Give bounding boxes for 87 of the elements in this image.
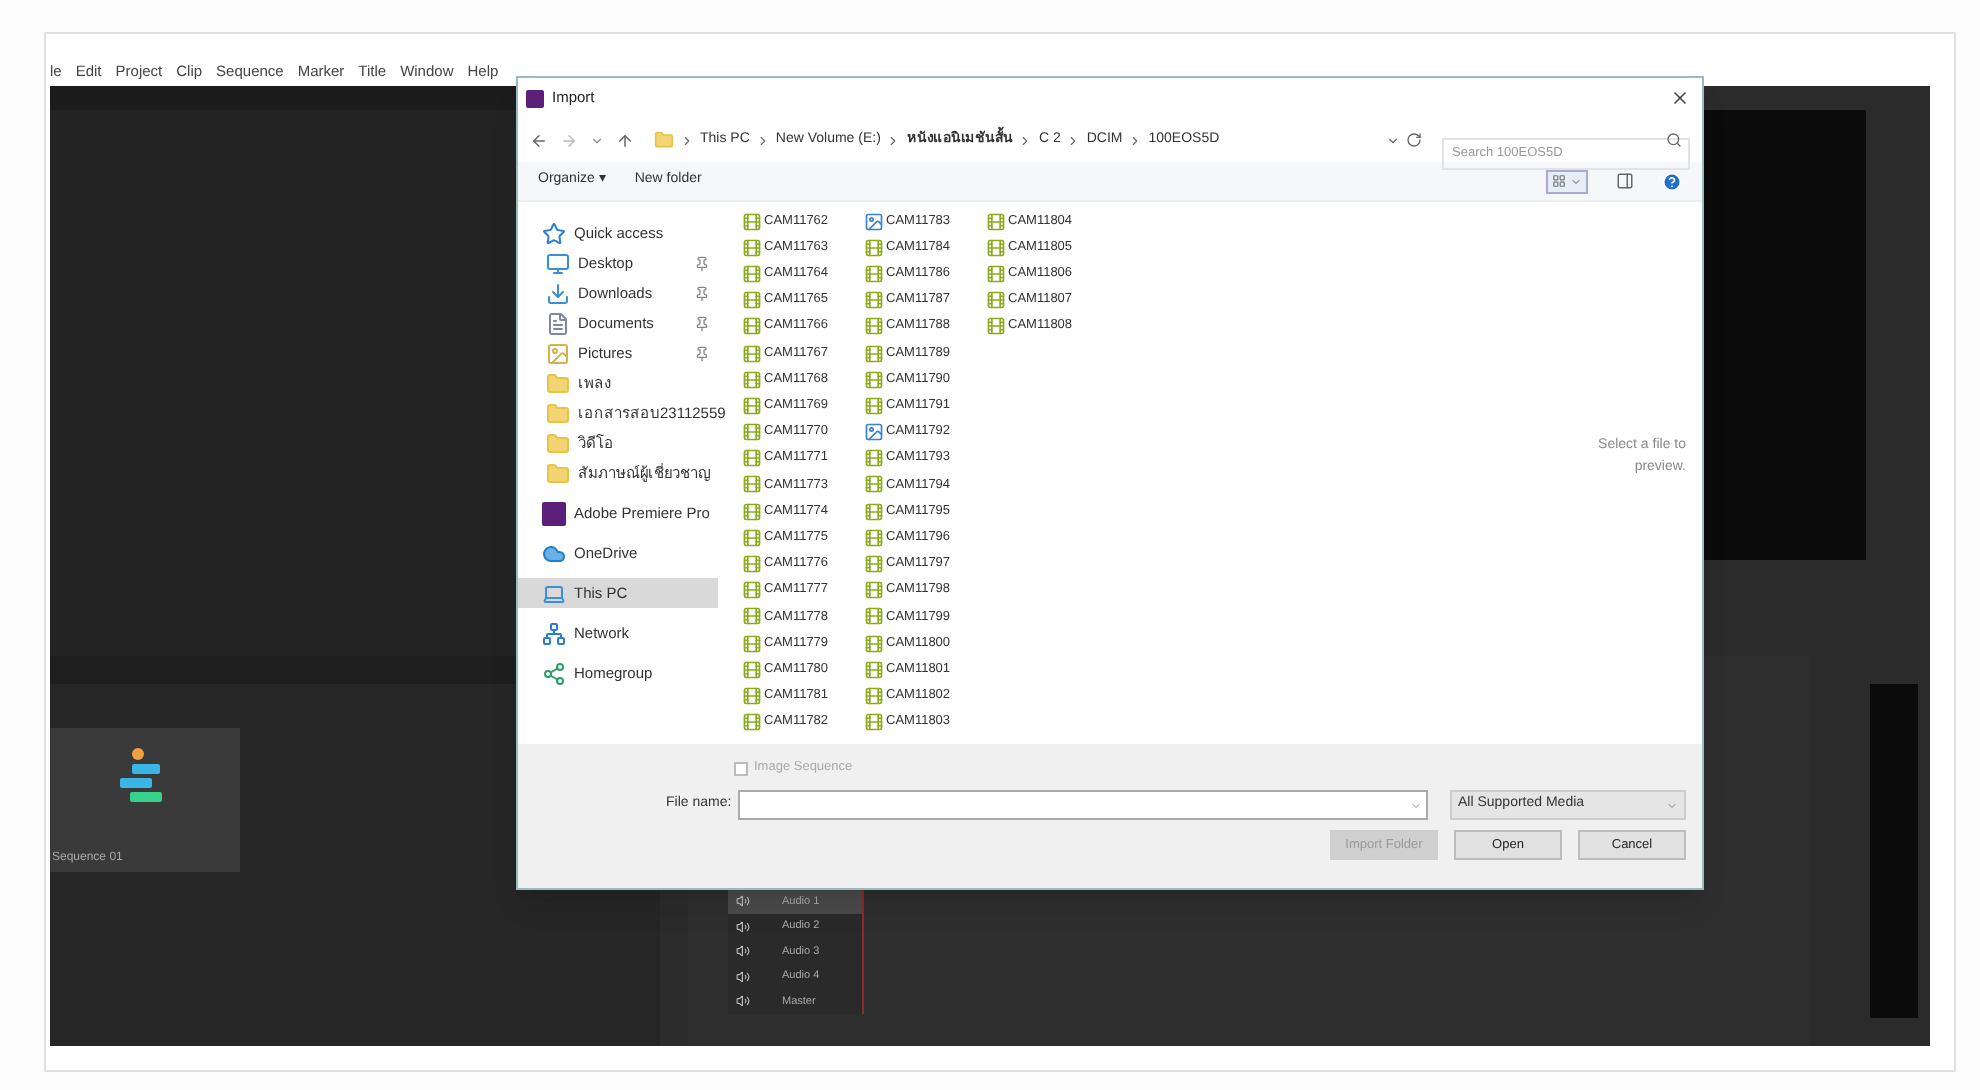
dropdown-icon	[1410, 799, 1422, 811]
video-file-icon	[742, 580, 762, 601]
folder-icon	[546, 371, 570, 395]
speaker-icon	[736, 894, 750, 909]
close-icon[interactable]	[1670, 88, 1690, 108]
refresh-icon[interactable]	[1406, 132, 1422, 148]
video-file-icon	[742, 263, 762, 284]
cloud-icon	[542, 541, 566, 565]
video-file-icon	[742, 527, 762, 548]
video-file-icon	[742, 659, 762, 680]
video-file-icon	[864, 448, 884, 469]
homegroup-icon	[542, 661, 566, 685]
premiere-icon	[542, 501, 566, 525]
download-icon	[546, 281, 570, 305]
video-file-icon	[742, 343, 762, 364]
speaker-icon	[736, 944, 750, 959]
folder-icon	[654, 130, 674, 150]
video-file-icon	[742, 290, 762, 311]
chevron-icon	[1018, 133, 1033, 147]
video-file-icon	[864, 237, 884, 258]
picture-icon	[546, 341, 570, 365]
video-file-icon	[742, 395, 762, 416]
video-file-icon	[742, 501, 762, 522]
video-file-icon	[742, 369, 762, 390]
video-file-icon	[742, 474, 762, 495]
view-toggle[interactable]	[1546, 169, 1588, 193]
speaker-icon	[736, 969, 750, 984]
video-file-icon	[742, 712, 762, 733]
video-file-icon	[864, 263, 884, 284]
search-icon	[1666, 132, 1682, 148]
chevron-icon	[886, 133, 901, 147]
caret-icon	[1666, 799, 1678, 811]
video-file-icon	[864, 474, 884, 495]
network-icon	[542, 621, 566, 645]
video-file-icon	[986, 263, 1006, 284]
video-file-icon	[742, 316, 762, 337]
video-file-icon	[864, 527, 884, 548]
video-file-icon	[986, 290, 1006, 311]
video-file-icon	[864, 395, 884, 416]
star-icon	[542, 221, 566, 245]
video-file-icon	[864, 554, 884, 575]
dropdown-icon[interactable]	[1386, 133, 1400, 147]
speaker-icon	[736, 994, 750, 1009]
folder-icon	[546, 401, 570, 425]
video-file-icon	[742, 237, 762, 258]
video-file-icon	[864, 369, 884, 390]
document-icon	[546, 311, 570, 335]
preview-pane-icon[interactable]	[1616, 172, 1634, 190]
image-file-icon	[864, 422, 884, 443]
chevron-icon	[755, 133, 770, 147]
video-file-icon	[864, 633, 884, 654]
video-file-icon	[864, 290, 884, 311]
video-file-icon	[742, 606, 762, 627]
folder-icon	[546, 431, 570, 455]
back-icon[interactable]	[530, 131, 548, 149]
video-file-icon	[986, 237, 1006, 258]
video-file-icon	[864, 501, 884, 522]
video-file-icon	[864, 606, 884, 627]
video-file-icon	[742, 422, 762, 443]
caret-icon	[1570, 175, 1582, 187]
file-name-field[interactable]	[737, 790, 1428, 820]
video-file-icon	[742, 633, 762, 654]
up-icon[interactable]	[616, 131, 634, 149]
video-file-icon	[742, 211, 762, 232]
grid-view-icon	[1552, 174, 1566, 188]
video-file-icon	[864, 580, 884, 601]
video-file-icon	[986, 316, 1006, 337]
computer-icon	[542, 581, 566, 605]
chevron-icon	[1066, 133, 1081, 147]
video-file-icon	[986, 211, 1006, 232]
folder-icon	[546, 461, 570, 485]
video-file-icon	[864, 685, 884, 706]
speaker-icon	[736, 919, 750, 934]
image-file-icon	[864, 211, 884, 232]
chevron-icon	[680, 133, 694, 147]
desktop-icon	[546, 251, 570, 275]
chevron-icon	[1128, 133, 1143, 147]
help-icon[interactable]	[1662, 171, 1682, 191]
video-file-icon	[742, 554, 762, 575]
video-file-icon	[864, 659, 884, 680]
video-file-icon	[742, 685, 762, 706]
recent-locations-icon[interactable]	[590, 133, 604, 147]
premiere-icon	[526, 89, 544, 107]
video-file-icon	[742, 448, 762, 469]
video-file-icon	[864, 343, 884, 364]
video-file-icon	[864, 712, 884, 733]
video-file-icon	[864, 316, 884, 337]
